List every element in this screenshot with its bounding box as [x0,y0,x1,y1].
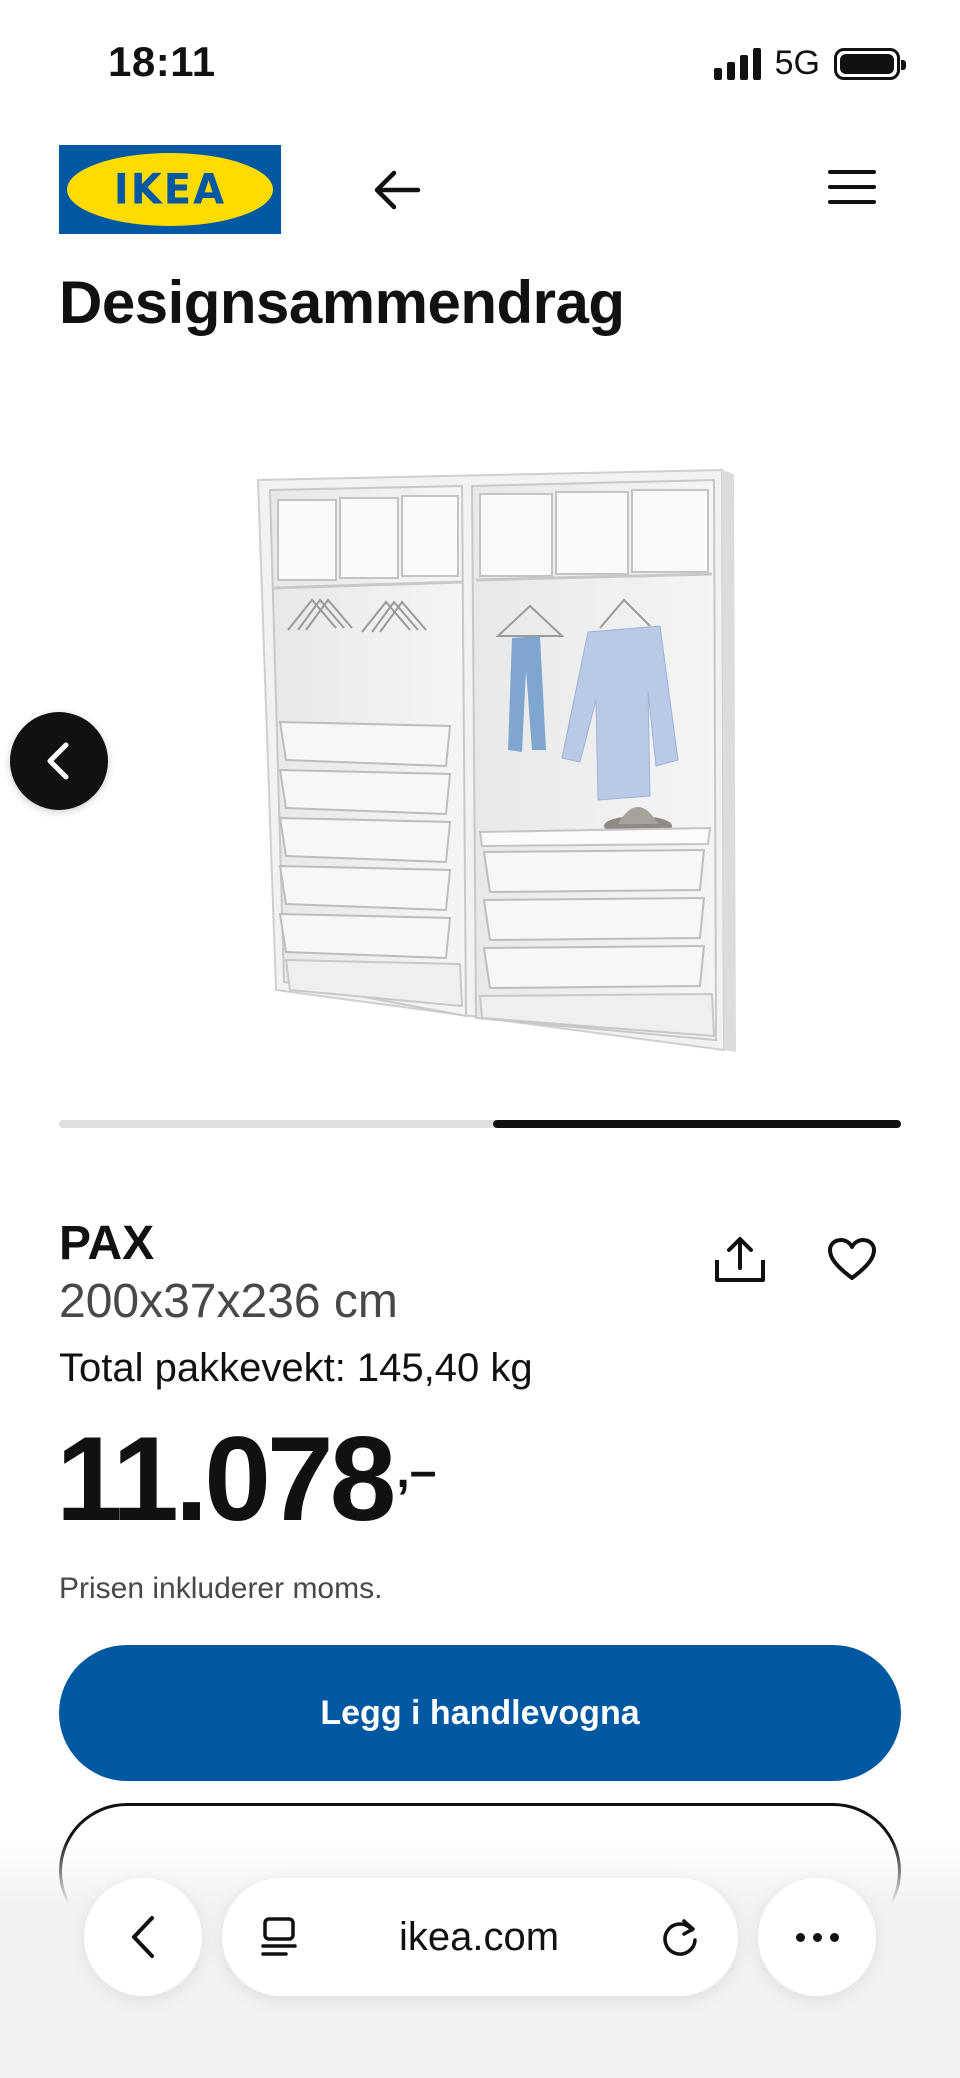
address-bar[interactable]: ikea.com [222,1878,738,1996]
logo-oval: IKEA [67,153,273,226]
price-note: Prisen inkluderer moms. [59,1572,383,1605]
price-amount: 11.078 [56,1412,396,1546]
more-button[interactable] [758,1878,876,1996]
ikea-logo[interactable]: IKEA [59,145,281,234]
heart-icon[interactable] [826,1236,878,1282]
gallery-progress-indicator [492,1120,901,1128]
browser-back-button[interactable] [84,1878,202,1996]
product-image[interactable] [240,460,740,1060]
chevron-left-icon [47,742,69,780]
logo-text: IKEA [113,165,227,214]
network-label: 5G [774,44,820,82]
reader-icon[interactable] [260,1916,298,1958]
status-time: 18:11 [108,38,216,85]
signal-icon [713,47,761,80]
product-dimensions: 200x37x236 cm [59,1275,398,1328]
product-price: 11.078 ,– [56,1414,436,1544]
status-bar: 18:11 5G [0,0,960,120]
share-icon[interactable] [712,1236,768,1284]
page-title: Designsammendrag [59,269,625,336]
gallery-progress[interactable] [59,1120,901,1128]
arrow-left-icon[interactable] [372,168,422,212]
hamburger-menu-icon[interactable] [828,170,876,210]
reload-icon[interactable] [660,1916,700,1958]
price-suffix: ,– [396,1445,437,1498]
product-weight: Total pakkevekt: 145,40 kg [59,1346,533,1390]
site-header: IKEA [0,140,960,240]
url-text[interactable]: ikea.com [399,1915,559,1960]
browser-toolbar: ikea.com [0,1838,960,2078]
battery-icon [834,47,906,80]
product-name: PAX [59,1217,155,1270]
status-indicators: 5G [713,44,906,83]
ellipsis-icon [795,1932,839,1942]
carousel-prev-button[interactable] [10,712,108,810]
add-to-cart-button[interactable]: Legg i handlevogna [59,1645,901,1781]
chevron-left-icon [132,1916,154,1958]
